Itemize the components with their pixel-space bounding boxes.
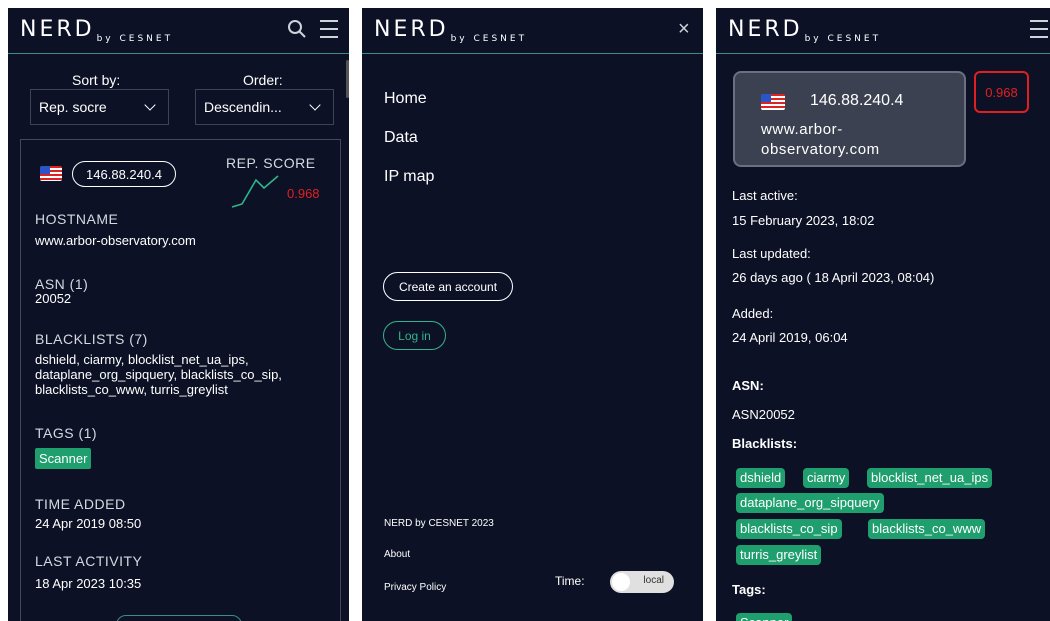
blacklists-label: BLACKLISTS (7): [35, 331, 148, 347]
us-flag-icon: [761, 94, 785, 110]
blacklist-tag[interactable]: dshield: [736, 468, 786, 488]
time-added-value: 24 Apr 2019 08:50: [35, 516, 142, 531]
added-label: Added:: [732, 306, 774, 321]
menu-item-ip-map[interactable]: IP map: [384, 168, 434, 186]
blacklist-tag[interactable]: turris_greylist: [736, 545, 822, 565]
hostname-line: observatory.com: [761, 141, 880, 158]
rep-score-sparkline: [231, 175, 279, 208]
asn-value[interactable]: ASN20052: [732, 407, 795, 422]
toggle-knob: [612, 573, 630, 591]
blacklists-line: dataplane_org_sipquery, blacklists_co_si…: [35, 367, 282, 382]
tags-label: Tags:: [732, 582, 766, 597]
logo[interactable]: NERD by CESNET: [728, 17, 882, 44]
time-toggle[interactable]: local: [610, 571, 674, 593]
last-active-label: Last active:: [732, 188, 798, 203]
about-link[interactable]: About: [384, 549, 410, 560]
hostname: www.arbor- observatory.com: [761, 120, 941, 160]
header: NERD by CESNET: [8, 8, 349, 54]
list-panel: NERD by CESNET Sort by: Rep. socre Order:…: [8, 8, 349, 621]
menu-item-data[interactable]: Data: [384, 129, 418, 147]
login-button[interactable]: Log in: [383, 321, 446, 350]
last-activity-label: LAST ACTIVITY: [35, 553, 143, 569]
asn-label: ASN (1): [35, 276, 89, 292]
logo-subtitle: by CESNET: [804, 34, 882, 44]
last-active-value: 15 February 2023, 18:02: [732, 213, 875, 228]
toggle-text: local: [643, 575, 664, 586]
chevron-down-icon: [309, 99, 321, 111]
logo[interactable]: NERD by CESNET: [374, 17, 528, 44]
order-label: Order:: [243, 72, 283, 88]
blacklist-tag[interactable]: ciarmy: [803, 468, 850, 488]
menu-item-home[interactable]: Home: [384, 90, 427, 108]
blacklists-label: Blacklists:: [732, 436, 798, 451]
logo-text: NERD: [20, 17, 95, 42]
search-icon[interactable]: [284, 14, 310, 44]
last-activity-value: 18 Apr 2023 10:35: [35, 576, 142, 591]
hostname-line: www.arbor-: [761, 121, 843, 138]
last-updated-value: 26 days ago ( 18 April 2023, 08:04): [732, 270, 935, 285]
blacklists-line: blacklists_co_www, turris_greylist: [35, 382, 228, 397]
blacklist-tag[interactable]: blocklist_net_ua_ips: [867, 468, 993, 488]
sort-select[interactable]: Rep. socre: [30, 89, 169, 125]
blacklists-line: dshield, ciarmy, blocklist_net_ua_ips,: [35, 352, 249, 367]
last-updated-label: Last updated:: [732, 246, 811, 261]
detail-button[interactable]: [116, 615, 242, 621]
logo-text: NERD: [374, 17, 449, 42]
order-select[interactable]: Descendin...: [195, 89, 334, 125]
tag-scanner[interactable]: Scanner: [35, 448, 92, 469]
added-value: 24 April 2019, 06:04: [732, 330, 848, 345]
asn-value: 20052: [35, 291, 72, 306]
rep-score-label: REP. SCORE: [226, 155, 316, 171]
sort-value: Rep. socre: [39, 99, 107, 115]
rep-score-badge: 0.968: [974, 71, 1029, 113]
create-account-button[interactable]: Create an account: [383, 272, 513, 301]
blacklist-tag[interactable]: dataplane_org_sipquery: [736, 493, 884, 513]
rep-score-value: 0.968: [287, 186, 320, 201]
hamburger-icon[interactable]: [316, 14, 342, 44]
scrollbar[interactable]: [346, 60, 349, 98]
header: NERD by CESNET: [716, 8, 1050, 54]
blacklist-tag[interactable]: blacklists_co_sip: [736, 519, 842, 539]
logo-subtitle: by CESNET: [450, 34, 528, 44]
time-added-label: TIME ADDED: [35, 496, 126, 512]
logo-subtitle: by CESNET: [96, 34, 174, 44]
ip-address: 146.88.240.4: [810, 92, 904, 109]
copyright: NERD by CESNET 2023: [384, 518, 494, 529]
us-flag-icon: [40, 166, 62, 181]
time-label: Time:: [555, 574, 585, 588]
tag-scanner[interactable]: Scanner: [736, 613, 793, 621]
ip-pill[interactable]: 146.88.240.4: [72, 161, 176, 187]
hostname-label: HOSTNAME: [35, 211, 119, 227]
order-value: Descendin...: [204, 99, 282, 115]
hamburger-icon[interactable]: [1026, 14, 1050, 44]
blacklist-tag[interactable]: blacklists_co_www: [868, 519, 986, 539]
logo-text: NERD: [728, 17, 803, 42]
hostname-value: www.arbor-observatory.com: [35, 233, 196, 248]
menu-panel: NERD by CESNET × Home Data IP map Create …: [362, 8, 703, 621]
close-icon[interactable]: ×: [678, 18, 690, 41]
sort-label: Sort by:: [72, 72, 121, 88]
chevron-down-icon: [144, 99, 156, 111]
logo[interactable]: NERD by CESNET: [20, 17, 174, 44]
privacy-link[interactable]: Privacy Policy: [384, 582, 446, 593]
asn-label: ASN:: [732, 378, 764, 393]
header: NERD by CESNET ×: [362, 8, 703, 54]
detail-panel: NERD by CESNET 146.88.240.4 www.arbor- ob…: [716, 8, 1050, 621]
ip-summary-box: 146.88.240.4 www.arbor- observatory.com: [733, 71, 966, 167]
tags-label: TAGS (1): [35, 425, 98, 441]
